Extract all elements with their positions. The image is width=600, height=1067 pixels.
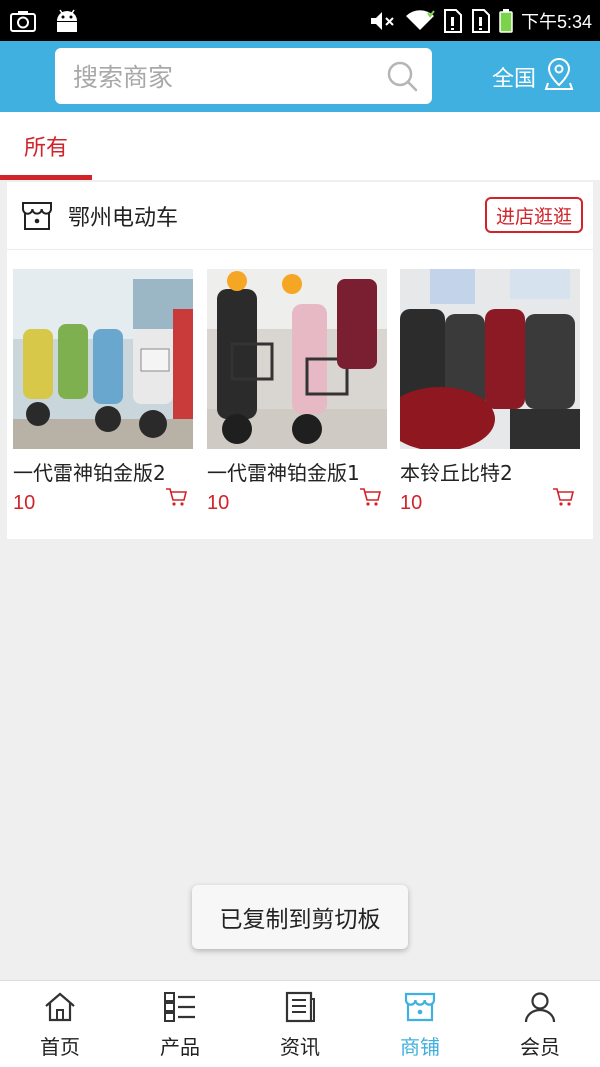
- nav-shops-label: 商铺: [400, 1035, 440, 1059]
- product-title[interactable]: 一代雷神铂金版2: [13, 457, 193, 486]
- region-selector[interactable]: 全国: [492, 55, 574, 99]
- wifi-icon: [405, 9, 435, 32]
- nav-products-label: 产品: [160, 1035, 200, 1059]
- nav-news-label: 资讯: [280, 1035, 320, 1059]
- store-icon: [21, 200, 53, 236]
- region-label: 全国: [492, 67, 537, 92]
- nav-products[interactable]: 产品: [120, 981, 240, 1067]
- product-image[interactable]: [400, 269, 580, 449]
- nav-member-label: 会员: [520, 1035, 560, 1059]
- android-icon: [54, 9, 80, 33]
- shop-icon: [403, 991, 437, 1027]
- status-bar: 下午5:34: [0, 0, 600, 41]
- nav-home-label: 首页: [40, 1035, 80, 1059]
- product-title[interactable]: 一代雷神铂金版1: [207, 457, 387, 486]
- status-time: 下午5:34: [520, 11, 592, 32]
- nav-shops[interactable]: 商铺: [360, 981, 480, 1067]
- location-pin-icon: [544, 57, 574, 97]
- sim2-icon: [471, 8, 491, 33]
- store-header: 鄂州电动车 进店逛逛: [7, 182, 593, 250]
- store-card: 鄂州电动车 进店逛逛 一代雷神铂金版2 10 一代雷神铂金版1 10 本铃丘比特…: [7, 182, 593, 539]
- nav-member[interactable]: 会员: [480, 981, 600, 1067]
- home-icon: [43, 991, 77, 1027]
- product-card[interactable]: 一代雷神铂金版2 10: [13, 269, 193, 515]
- cart-icon[interactable]: [359, 487, 382, 511]
- product-image[interactable]: [13, 269, 193, 449]
- list-icon: [163, 991, 197, 1027]
- nav-news[interactable]: 资讯: [240, 981, 360, 1067]
- sim1-icon: [443, 8, 463, 33]
- tab-active-indicator: [0, 175, 92, 180]
- screenshot-icon: [10, 10, 36, 32]
- cart-icon[interactable]: [165, 487, 188, 511]
- news-icon: [283, 991, 317, 1027]
- store-name[interactable]: 鄂州电动车: [68, 200, 178, 232]
- top-header: 搜索商家 全国: [0, 41, 600, 112]
- product-title[interactable]: 本铃丘比特2: [400, 457, 580, 486]
- nav-home[interactable]: 首页: [0, 981, 120, 1067]
- visit-store-button[interactable]: 进店逛逛: [485, 197, 583, 233]
- tab-all[interactable]: 所有: [0, 112, 92, 180]
- product-card[interactable]: 一代雷神铂金版1 10: [207, 269, 387, 515]
- search-box[interactable]: 搜索商家: [55, 48, 432, 104]
- bottom-nav: 首页 产品 资讯 商铺 会员: [0, 980, 600, 1067]
- battery-icon: [499, 8, 513, 33]
- product-image[interactable]: [207, 269, 387, 449]
- user-icon: [523, 991, 557, 1027]
- toast-message: 已复制到剪切板: [192, 885, 408, 949]
- product-card[interactable]: 本铃丘比特2 10: [400, 269, 580, 515]
- search-input[interactable]: 搜索商家: [55, 58, 372, 94]
- mute-icon: [369, 10, 397, 32]
- cart-icon[interactable]: [552, 487, 575, 511]
- category-tabs: 所有: [0, 112, 600, 180]
- search-icon[interactable]: [372, 60, 432, 92]
